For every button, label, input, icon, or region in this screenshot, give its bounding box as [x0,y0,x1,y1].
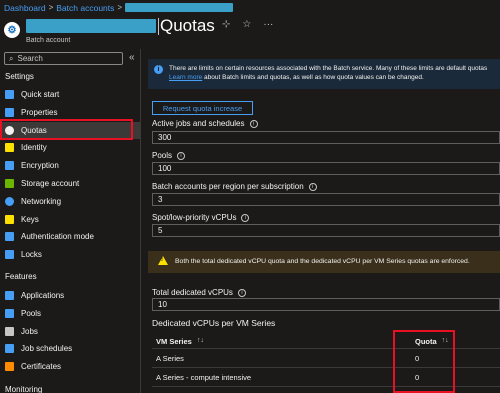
section-features: Features [5,272,37,281]
page-subtitle: Batch account [26,37,71,44]
cloud-icon [5,90,14,99]
sidebar-item-applications[interactable]: Applications [0,287,140,304]
breadcrumb-separator: > [117,3,123,12]
sidebar-item-label: Pools [21,308,42,318]
sidebar-item-pools[interactable]: Pools [0,305,140,322]
redacted-account-name [125,3,234,12]
pools-icon [5,308,14,318]
info-banner: i There are limits on certain resources … [148,59,500,89]
sidebar-item-keys[interactable]: Keys [0,211,140,228]
total-dedicated-vcpus-value: 10 [152,298,500,311]
sidebar-item-quick-start[interactable]: Quick start [0,86,140,103]
spot-vcpus-value: 5 [152,224,500,237]
info-icon: i [154,65,163,74]
sidebar-item-label: Quick start [21,90,60,99]
applications-icon [5,291,14,300]
warning-text: Both the total dedicated vCPU quota and … [175,258,470,265]
sidebar-item-label: Jobs [21,326,38,336]
sidebar-item-authentication-mode[interactable]: Authentication mode [0,228,140,245]
pin-icon[interactable]: ⊹ [222,19,230,30]
certificates-icon [5,362,14,372]
networking-icon [5,196,14,206]
sidebar-item-label: Identity [21,143,47,153]
search-placeholder: Search [17,54,43,63]
jobs-icon [5,326,14,336]
pools-value: 100 [152,162,500,175]
quota-column-highlight-box [393,330,455,393]
sidebar-item-label: Encryption [21,161,59,171]
info-text: There are limits on certain resources as… [169,65,488,81]
sidebar-item-label: Authentication mode [21,232,94,242]
sidebar: ⌕ Search « Settings Quick start Propertie… [0,49,141,393]
sidebar-item-job-schedules[interactable]: Job schedules [0,340,140,357]
redacted-title [26,19,156,33]
sidebar-item-label: Keys [21,214,39,224]
search-icon: ⌕ [9,53,14,63]
active-jobs-label: Active jobs and schedules i [152,119,258,128]
vm-series-cell: A Series - compute intensive [156,373,252,382]
batch-account-icon: ⚙ [4,22,20,38]
sidebar-item-label: Locks [21,250,42,260]
active-jobs-value: 300 [152,131,500,144]
warning-banner: ! Both the total dedicated vCPU quota an… [148,251,500,273]
breadcrumb-batch-accounts[interactable]: Batch accounts [56,3,114,13]
sidebar-item-label: Job schedules [21,344,73,354]
storage-icon [5,179,14,188]
sort-icon[interactable]: ↑↓ [197,337,204,346]
quotas-highlight-box [0,119,133,140]
batch-accounts-per-region-value: 3 [152,193,500,206]
identity-icon [5,143,14,153]
pools-label: Pools i [152,151,186,160]
sidebar-item-networking[interactable]: Networking [0,193,140,210]
section-settings: Settings [5,72,34,81]
star-icon[interactable]: ☆ [242,19,251,30]
vm-series-cell: A Series [156,354,184,363]
info-icon: i [308,182,317,191]
collapse-sidebar-icon[interactable]: « [129,52,135,63]
breadcrumb-dashboard[interactable]: Dashboard [4,3,46,13]
auth-icon [5,232,14,242]
sidebar-item-jobs[interactable]: Jobs [0,323,140,340]
sidebar-item-identity[interactable]: Identity [0,139,140,156]
sidebar-item-encryption[interactable]: Encryption [0,157,140,174]
properties-icon [5,107,14,117]
more-icon[interactable]: ··· [263,19,273,30]
info-icon: i [177,151,186,160]
sidebar-item-locks[interactable]: Locks [0,246,140,263]
sidebar-item-label: Properties [21,107,58,117]
section-monitoring: Monitoring [5,385,43,393]
lock-icon [5,250,14,260]
sidebar-item-label: Applications [21,291,65,300]
sidebar-item-certificates[interactable]: Certificates [0,358,140,375]
sidebar-item-label: Networking [21,196,62,206]
breadcrumb-separator: > [48,3,54,12]
key-icon [5,214,14,224]
job-schedules-icon [5,344,14,354]
info-icon: i [241,213,250,222]
info-icon: i [249,119,258,128]
sidebar-item-storage-account[interactable]: Storage account [0,175,140,192]
breadcrumb: Dashboard > Batch accounts > [0,0,500,15]
sidebar-item-label: Storage account [21,179,80,188]
search-input[interactable]: ⌕ Search [4,52,123,65]
page-title: Quotas [160,16,215,35]
spot-vcpus-label: Spot/low-priority vCPUs i [152,213,250,222]
total-dedicated-vcpus-label: Total dedicated vCPUs i [152,288,246,297]
column-header-vm-series[interactable]: VM Series ↑↓ [156,337,204,346]
batch-accounts-per-region-label: Batch accounts per region per subscripti… [152,182,317,191]
warning-icon: ! [158,256,168,265]
sidebar-item-label: Certificates [21,362,62,372]
learn-more-link[interactable]: Learn more [169,74,202,81]
info-icon: i [237,288,246,297]
request-quota-increase-button[interactable]: Request quota increase [152,101,253,115]
title-divider [158,18,159,35]
encryption-icon [5,161,14,171]
vm-series-section-title: Dedicated vCPUs per VM Series [152,318,276,328]
page-header: ⚙ Quotas ⊹ ☆ ··· Batch account [0,15,500,49]
